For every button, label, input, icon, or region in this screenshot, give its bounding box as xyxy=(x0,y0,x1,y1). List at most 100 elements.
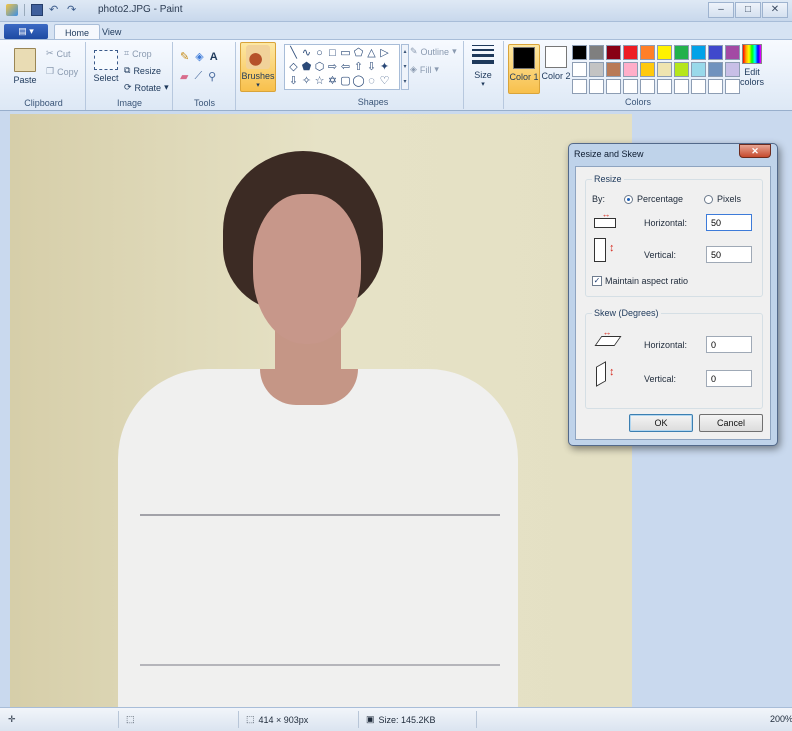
color-picker-icon[interactable]: ⟋ xyxy=(194,70,202,83)
resize-vertical-input[interactable]: 50 xyxy=(706,246,752,263)
skew-vertical-input[interactable]: 0 xyxy=(706,370,752,387)
shape-tool-icon[interactable]: ⇨ xyxy=(326,60,339,74)
paste-button[interactable]: Paste xyxy=(8,48,42,85)
maximize-button[interactable]: □ xyxy=(735,2,761,18)
close-button[interactable]: ✕ xyxy=(762,2,788,18)
palette-swatch[interactable] xyxy=(657,62,672,77)
fill-button[interactable]: ◈ Fill ▾ xyxy=(410,64,439,75)
palette-swatch[interactable] xyxy=(606,79,621,94)
shape-tool-icon[interactable]: ⬡ xyxy=(313,60,326,74)
maintain-aspect-checkbox[interactable]: ✓ xyxy=(592,276,602,286)
palette-swatch[interactable] xyxy=(691,79,706,94)
palette-swatch[interactable] xyxy=(708,79,723,94)
minimize-button[interactable]: – xyxy=(708,2,734,18)
paint-app-icon[interactable] xyxy=(6,4,18,16)
fill-bucket-icon[interactable]: ◈ xyxy=(195,50,203,63)
pixels-radio[interactable] xyxy=(704,195,713,204)
palette-swatch[interactable] xyxy=(708,45,723,60)
palette-swatch[interactable] xyxy=(572,79,587,94)
select-button[interactable]: Select xyxy=(91,50,121,83)
palette-swatch[interactable] xyxy=(674,79,689,94)
palette-swatch[interactable] xyxy=(640,45,655,60)
color1-button[interactable]: Color 1 xyxy=(508,44,540,94)
shape-tool-icon[interactable]: ▢ xyxy=(339,74,352,88)
undo-icon[interactable]: ↶ xyxy=(49,4,61,16)
shape-tool-icon[interactable]: ◯ xyxy=(352,74,365,88)
percentage-label[interactable]: Percentage xyxy=(637,194,683,204)
rotate-button[interactable]: ⟳ Rotate ▾ xyxy=(124,82,169,93)
pixels-label[interactable]: Pixels xyxy=(717,194,741,204)
palette-swatch[interactable] xyxy=(691,62,706,77)
shape-tool-icon[interactable]: ☆ xyxy=(313,74,326,88)
shape-tool-icon[interactable]: ⬟ xyxy=(300,60,313,74)
palette-swatch[interactable] xyxy=(572,45,587,60)
shape-tool-icon[interactable]: ∿ xyxy=(300,46,313,60)
shape-tool-icon[interactable]: ▷ xyxy=(378,46,391,60)
palette-swatch[interactable] xyxy=(674,62,689,77)
palette-swatch[interactable] xyxy=(606,45,621,60)
shape-tool-icon[interactable]: ▭ xyxy=(339,46,352,60)
shape-tool-icon[interactable]: ╲ xyxy=(287,46,300,60)
copy-button[interactable]: ❐ Copy xyxy=(46,66,78,77)
shape-tool-icon[interactable]: ⇦ xyxy=(339,60,352,74)
zoom-level[interactable]: 200% xyxy=(770,714,792,724)
shapes-scrollbar[interactable]: ▴ ▾ ▾ xyxy=(401,44,409,90)
skew-horizontal-input[interactable]: 0 xyxy=(706,336,752,353)
maintain-aspect-label[interactable]: Maintain aspect ratio xyxy=(605,276,688,286)
text-icon[interactable]: A xyxy=(210,51,218,63)
palette-swatch[interactable] xyxy=(589,79,604,94)
size-button[interactable]: Size ▾ xyxy=(468,45,498,88)
shape-tool-icon[interactable]: ✡ xyxy=(326,74,339,88)
magnifier-icon[interactable]: ⚲ xyxy=(208,70,216,83)
shape-tool-icon[interactable]: ⇩ xyxy=(365,60,378,74)
percentage-radio[interactable] xyxy=(624,195,633,204)
palette-swatch[interactable] xyxy=(589,62,604,77)
save-icon[interactable] xyxy=(31,4,43,16)
shape-tool-icon[interactable]: ◇ xyxy=(287,60,300,74)
cut-button[interactable]: ✂ Cut xyxy=(46,48,71,59)
palette-swatch[interactable] xyxy=(657,45,672,60)
eraser-icon[interactable]: ▰ xyxy=(180,70,188,83)
shape-tool-icon[interactable]: □ xyxy=(326,46,339,60)
crop-button[interactable]: ⌗ Crop xyxy=(124,48,152,59)
palette-swatch[interactable] xyxy=(572,62,587,77)
resize-button[interactable]: ⧉ Resize xyxy=(124,65,161,76)
resize-horizontal-input[interactable]: 50 xyxy=(706,214,752,231)
brushes-button[interactable]: Brushes ▾ xyxy=(240,42,276,92)
outline-button[interactable]: ✎ Outline ▾ xyxy=(410,46,457,57)
copy-icon: ❐ xyxy=(46,66,55,76)
photo-seam xyxy=(140,514,500,516)
palette-swatch[interactable] xyxy=(640,62,655,77)
shape-tool-icon[interactable]: △ xyxy=(365,46,378,60)
shapes-gallery[interactable]: ╲ ∿ ○ □ ▭ ⬠ △ ▷ ◇ ⬟ ⬡ ⇨ ⇦ ⇧ ⇩ ✦ ⇩ ✧ ☆ ✡ ▢ ◯ ◌ ♡ xyxy=(284,44,400,90)
edit-colors-button[interactable]: Edit colors xyxy=(738,44,766,87)
shape-tool-icon[interactable]: ◌ xyxy=(365,74,378,88)
ok-button[interactable]: OK xyxy=(629,414,693,432)
shape-tool-icon[interactable]: ✧ xyxy=(300,74,313,88)
paint-menu-button[interactable]: ▤ ▾ xyxy=(4,24,48,39)
redo-icon[interactable]: ↷ xyxy=(67,4,79,16)
color2-button[interactable]: Color 2 xyxy=(540,44,572,94)
palette-swatch[interactable] xyxy=(657,79,672,94)
shape-tool-icon[interactable]: ♡ xyxy=(378,74,391,88)
chevron-down-icon: ▾ xyxy=(434,64,439,74)
shape-tool-icon[interactable]: ⇧ xyxy=(352,60,365,74)
palette-swatch[interactable] xyxy=(674,45,689,60)
palette-swatch[interactable] xyxy=(606,62,621,77)
image-canvas[interactable] xyxy=(10,114,632,707)
palette-swatch[interactable] xyxy=(623,79,638,94)
pencil-icon[interactable]: ✎ xyxy=(180,50,189,63)
shape-tool-icon[interactable]: ⬠ xyxy=(352,46,365,60)
shape-tool-icon[interactable]: ✦ xyxy=(378,60,391,74)
dialog-close-button[interactable]: ✕ xyxy=(739,144,771,158)
palette-swatch[interactable] xyxy=(589,45,604,60)
shape-tool-icon[interactable]: ⇩ xyxy=(287,74,300,88)
palette-swatch[interactable] xyxy=(623,45,638,60)
palette-swatch[interactable] xyxy=(708,62,723,77)
palette-swatch[interactable] xyxy=(623,62,638,77)
tools-row-2: ▰ ⟋ ⚲ xyxy=(180,70,216,83)
palette-swatch[interactable] xyxy=(691,45,706,60)
cancel-button[interactable]: Cancel xyxy=(699,414,763,432)
shape-tool-icon[interactable]: ○ xyxy=(313,46,326,60)
palette-swatch[interactable] xyxy=(640,79,655,94)
